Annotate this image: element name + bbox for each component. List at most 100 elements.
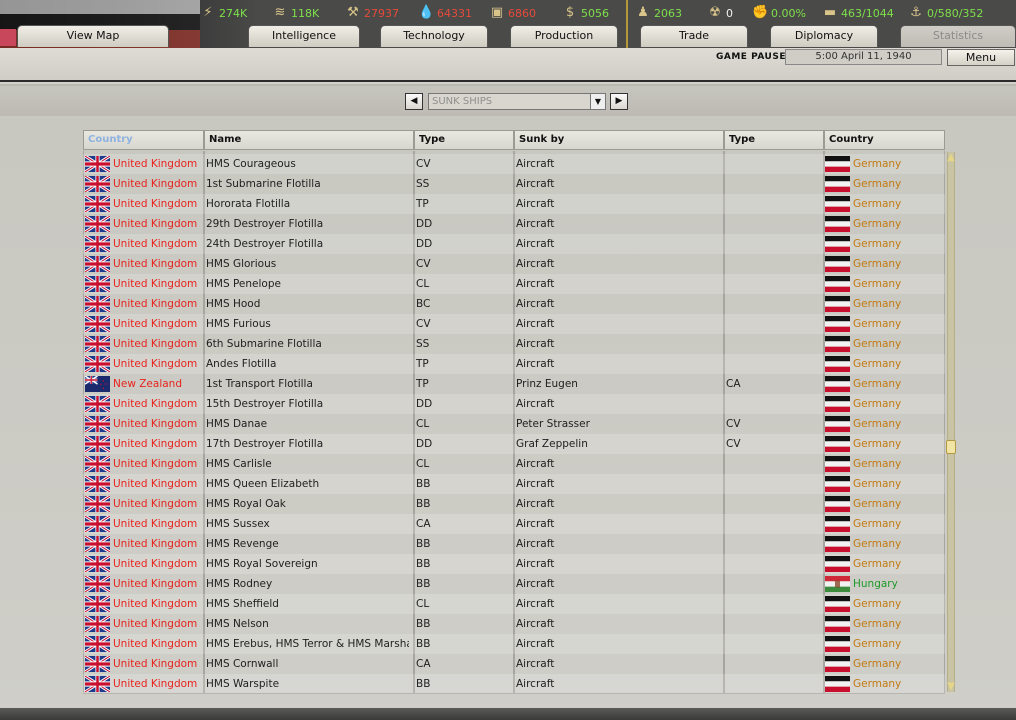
table-row[interactable]: United Kingdom HMS Carlisle CL Aircraft Germ… (83, 454, 945, 474)
ship-name-cell: 6th Submarine Flotilla (206, 338, 322, 350)
table-row[interactable]: United Kingdom HMS Penelope CL Aircraft Germ… (83, 274, 945, 294)
transport-icon: ▬ (823, 5, 837, 20)
sunk-by-cell: Graf Zeppelin (516, 438, 588, 450)
resource-rare-materials[interactable]: ⚒ 27937 (345, 5, 399, 21)
table-row[interactable]: United Kingdom HMS Rodney BB Aircraft Hungar… (83, 574, 945, 594)
table-row[interactable]: United Kingdom HMS Danae CL Peter Strasser C… (83, 414, 945, 434)
tab-technology[interactable]: Technology (380, 25, 488, 47)
country-cell: United Kingdom (113, 198, 198, 210)
table-row[interactable]: United Kingdom HMS Cornwall CA Aircraft Germ… (83, 654, 945, 674)
game-paused-label: GAME PAUSED (716, 52, 794, 62)
scroll-up-arrow-icon[interactable]: ▲ (945, 153, 957, 163)
resource-manpower[interactable]: ♟ 2063 (635, 5, 682, 21)
previous-stat-button[interactable]: ◀ (405, 93, 423, 110)
tab-view-map[interactable]: View Map (17, 25, 169, 47)
table-row[interactable]: United Kingdom Andes Flotilla TP Aircraft Ge… (83, 354, 945, 374)
attacker-country-cell: Hungary (853, 578, 898, 590)
country-flag-icon (84, 154, 111, 174)
sunk-by-cell: Aircraft (516, 678, 555, 690)
resource-oil[interactable]: 💧 64331 (418, 5, 472, 21)
table-row[interactable]: United Kingdom 24th Destroyer Flotilla DD A… (83, 234, 945, 254)
sunk-by-type-cell (726, 334, 821, 354)
sunk-by-cell: Aircraft (516, 538, 555, 550)
sunk-by-cell: Aircraft (516, 598, 555, 610)
header-sunk-by[interactable]: Sunk by (514, 130, 724, 150)
resource-separator (626, 0, 628, 48)
country-flag-icon (84, 294, 111, 314)
ship-name-cell: HMS Rodney (206, 578, 273, 590)
resource-supplies[interactable]: ▣ 6860 (489, 5, 536, 21)
resource-metal[interactable]: ≋ 118K (272, 5, 320, 21)
resource-convoys[interactable]: ⚓ 0/580/352 (908, 5, 983, 21)
tab-intelligence[interactable]: Intelligence (248, 25, 360, 47)
tab-diplomacy[interactable]: Diplomacy (770, 25, 878, 47)
tab-statistics[interactable]: Statistics (900, 25, 1016, 47)
country-cell: United Kingdom (113, 478, 198, 490)
header-type[interactable]: Type (414, 130, 514, 150)
scroll-down-arrow-icon[interactable]: ▼ (945, 682, 957, 692)
table-row[interactable]: United Kingdom HMS Erebus, HMS Terror & H… (83, 634, 945, 654)
table-row[interactable]: United Kingdom 1st Submarine Flotilla SS Ai… (83, 174, 945, 194)
attacker-flag-icon (825, 516, 850, 532)
table-row[interactable]: United Kingdom HMS Hood BC Aircraft Germany (83, 294, 945, 314)
sunk-by-cell: Aircraft (516, 578, 555, 590)
ship-name-cell: HMS Royal Sovereign (206, 558, 318, 570)
chevron-down-icon[interactable]: ▼ (590, 94, 605, 109)
resource-transport[interactable]: ▬ 463/1044 (822, 5, 894, 21)
table-row[interactable]: New Zealand 1st Transport Flotilla TP Prinz… (83, 374, 945, 394)
table-row[interactable]: United Kingdom HMS Furious CV Aircraft Germa… (83, 314, 945, 334)
table-row[interactable]: United Kingdom HMS Royal Oak BB Aircraft Ger… (83, 494, 945, 514)
table-row[interactable]: United Kingdom HMS Nelson BB Aircraft German… (83, 614, 945, 634)
scrollbar-thumb[interactable] (946, 440, 956, 454)
table-row[interactable]: United Kingdom HMS Revenge BB Aircraft Germa… (83, 534, 945, 554)
attacker-country-cell: Germany (853, 598, 902, 610)
table-row[interactable]: United Kingdom HMS Sheffield CL Aircraft Ger… (83, 594, 945, 614)
attacker-flag-icon (825, 156, 850, 172)
ship-type-cell: TP (416, 358, 429, 370)
table-row[interactable]: United Kingdom HMS Queen Elizabeth BB Aircr… (83, 474, 945, 494)
statistic-dropdown[interactable]: SUNK SHIPS (428, 93, 606, 110)
menu-button[interactable]: Menu (947, 49, 1015, 66)
ship-type-cell: CA (416, 658, 431, 670)
tab-production[interactable]: Production (510, 25, 618, 47)
attacker-flag-icon (825, 636, 850, 652)
next-stat-button[interactable]: ▶ (610, 93, 628, 110)
table-row[interactable]: United Kingdom HMS Sussex CA Aircraft German… (83, 514, 945, 534)
table-row[interactable]: United Kingdom HMS Courageous CV Aircraft Ge… (83, 154, 945, 174)
table-row[interactable]: United Kingdom 15th Destroyer Flotilla DD A… (83, 394, 945, 414)
country-flag-icon (84, 514, 111, 534)
ship-name-cell: HMS Revenge (206, 538, 279, 550)
header-name[interactable]: Name (204, 130, 414, 150)
resource-energy[interactable]: ⚡ 274K (200, 5, 247, 21)
table-row[interactable]: United Kingdom 29th Destroyer Flotilla DD A… (83, 214, 945, 234)
attacker-country-cell: Germany (853, 298, 902, 310)
table-body: United Kingdom HMS Courageous CV Aircraft Ge… (83, 154, 945, 694)
country-cell: United Kingdom (113, 338, 198, 350)
country-cell: United Kingdom (113, 638, 198, 650)
table-row[interactable]: United Kingdom HMS Royal Sovereign BB Aircr… (83, 554, 945, 574)
header-sunk-by-country[interactable]: Country (824, 130, 945, 150)
country-flag-icon (84, 554, 111, 574)
table-row[interactable]: United Kingdom HMS Glorious CV Aircraft Germ… (83, 254, 945, 274)
resource-money[interactable]: $ 5056 (562, 5, 609, 21)
attacker-flag-icon (825, 676, 850, 692)
resource-value: 5056 (581, 6, 609, 20)
resource-dissent[interactable]: ✊ 0.00% (752, 5, 806, 21)
table-row[interactable]: United Kingdom HMS Warspite BB Aircraft Germ… (83, 674, 945, 694)
sunk-by-type-cell (726, 574, 821, 594)
country-cell: United Kingdom (113, 238, 198, 250)
table-row[interactable]: United Kingdom Hororata Flotilla TP Aircraf… (83, 194, 945, 214)
resource-nuclear[interactable]: ☢ 0 (707, 5, 733, 21)
header-sunk-type[interactable]: Type (724, 130, 824, 150)
scrollbar-track[interactable] (947, 152, 955, 692)
nuclear-icon: ☢ (709, 5, 721, 20)
tab-trade[interactable]: Trade (640, 25, 748, 47)
attacker-country-cell: Germany (853, 658, 902, 670)
header-country[interactable]: Country (83, 130, 204, 150)
table-row[interactable]: United Kingdom 17th Destroyer Flotilla DD G… (83, 434, 945, 454)
resource-value: 118K (291, 6, 320, 20)
country-cell: United Kingdom (113, 398, 198, 410)
country-flag-icon (84, 614, 111, 634)
sunk-by-type-cell (726, 554, 821, 574)
table-row[interactable]: United Kingdom 6th Submarine Flotilla SS Ai… (83, 334, 945, 354)
